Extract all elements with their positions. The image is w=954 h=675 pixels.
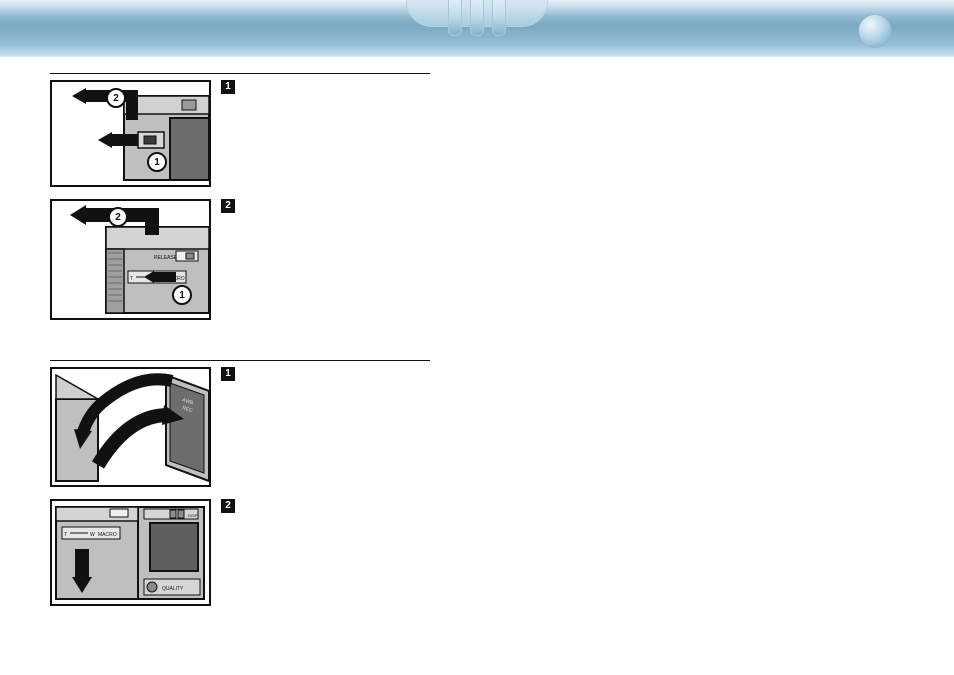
step-marker-1: 1: [221, 80, 235, 94]
step-marker-2: 2: [221, 199, 235, 213]
svg-text:MACRO: MACRO: [98, 532, 117, 538]
circled-1-icon: 1: [147, 152, 167, 172]
step-marker-2: 2: [221, 499, 235, 513]
page-content: 1 2 1: [0, 57, 954, 642]
svg-text:T: T: [64, 532, 67, 538]
svg-text:W: W: [90, 532, 95, 538]
figure-detach-lens-2: RELEASE T W MACRO 1 2: [50, 199, 211, 320]
figure-detach-display-1: 1 2: [50, 80, 211, 187]
circled-2-icon: 2: [108, 207, 128, 227]
svg-text:DISP: DISP: [188, 513, 198, 518]
step-marker-1: 1: [221, 367, 235, 381]
decorative-top-bar: [0, 0, 954, 57]
figure-attach-swing-1: AWB REC: [50, 367, 211, 487]
release-label-text: RELEASE: [154, 255, 178, 261]
section-1-rule: [50, 73, 430, 74]
circled-2-icon: 2: [106, 88, 126, 108]
top-bar-knob-icon: [858, 14, 892, 48]
svg-text:T: T: [130, 276, 133, 282]
figure-attached-top-2: DISP T W MACRO QUALITY: [50, 499, 211, 606]
section-2-rule: [50, 360, 430, 361]
svg-text:QUALITY: QUALITY: [162, 586, 184, 592]
circled-1-icon: 1: [172, 285, 192, 305]
top-bar-tabs: [448, 0, 506, 36]
